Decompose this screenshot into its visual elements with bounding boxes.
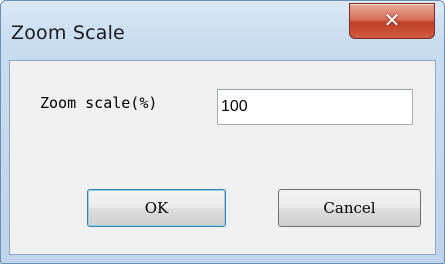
- cancel-button[interactable]: Cancel: [278, 189, 421, 227]
- ok-button[interactable]: OK: [87, 189, 226, 227]
- close-button[interactable]: ✕: [349, 3, 435, 39]
- close-icon: ✕: [383, 8, 401, 32]
- dialog-body: Zoom scale(%) OK Cancel: [9, 60, 436, 255]
- zoom-scale-dialog: Zoom Scale ✕ Zoom scale(%) OK Cancel: [0, 0, 445, 264]
- zoom-scale-label: Zoom scale(%): [40, 94, 158, 112]
- title-bar[interactable]: Zoom Scale ✕: [1, 1, 444, 59]
- zoom-scale-input[interactable]: [217, 89, 413, 125]
- window-title: Zoom Scale: [11, 22, 125, 44]
